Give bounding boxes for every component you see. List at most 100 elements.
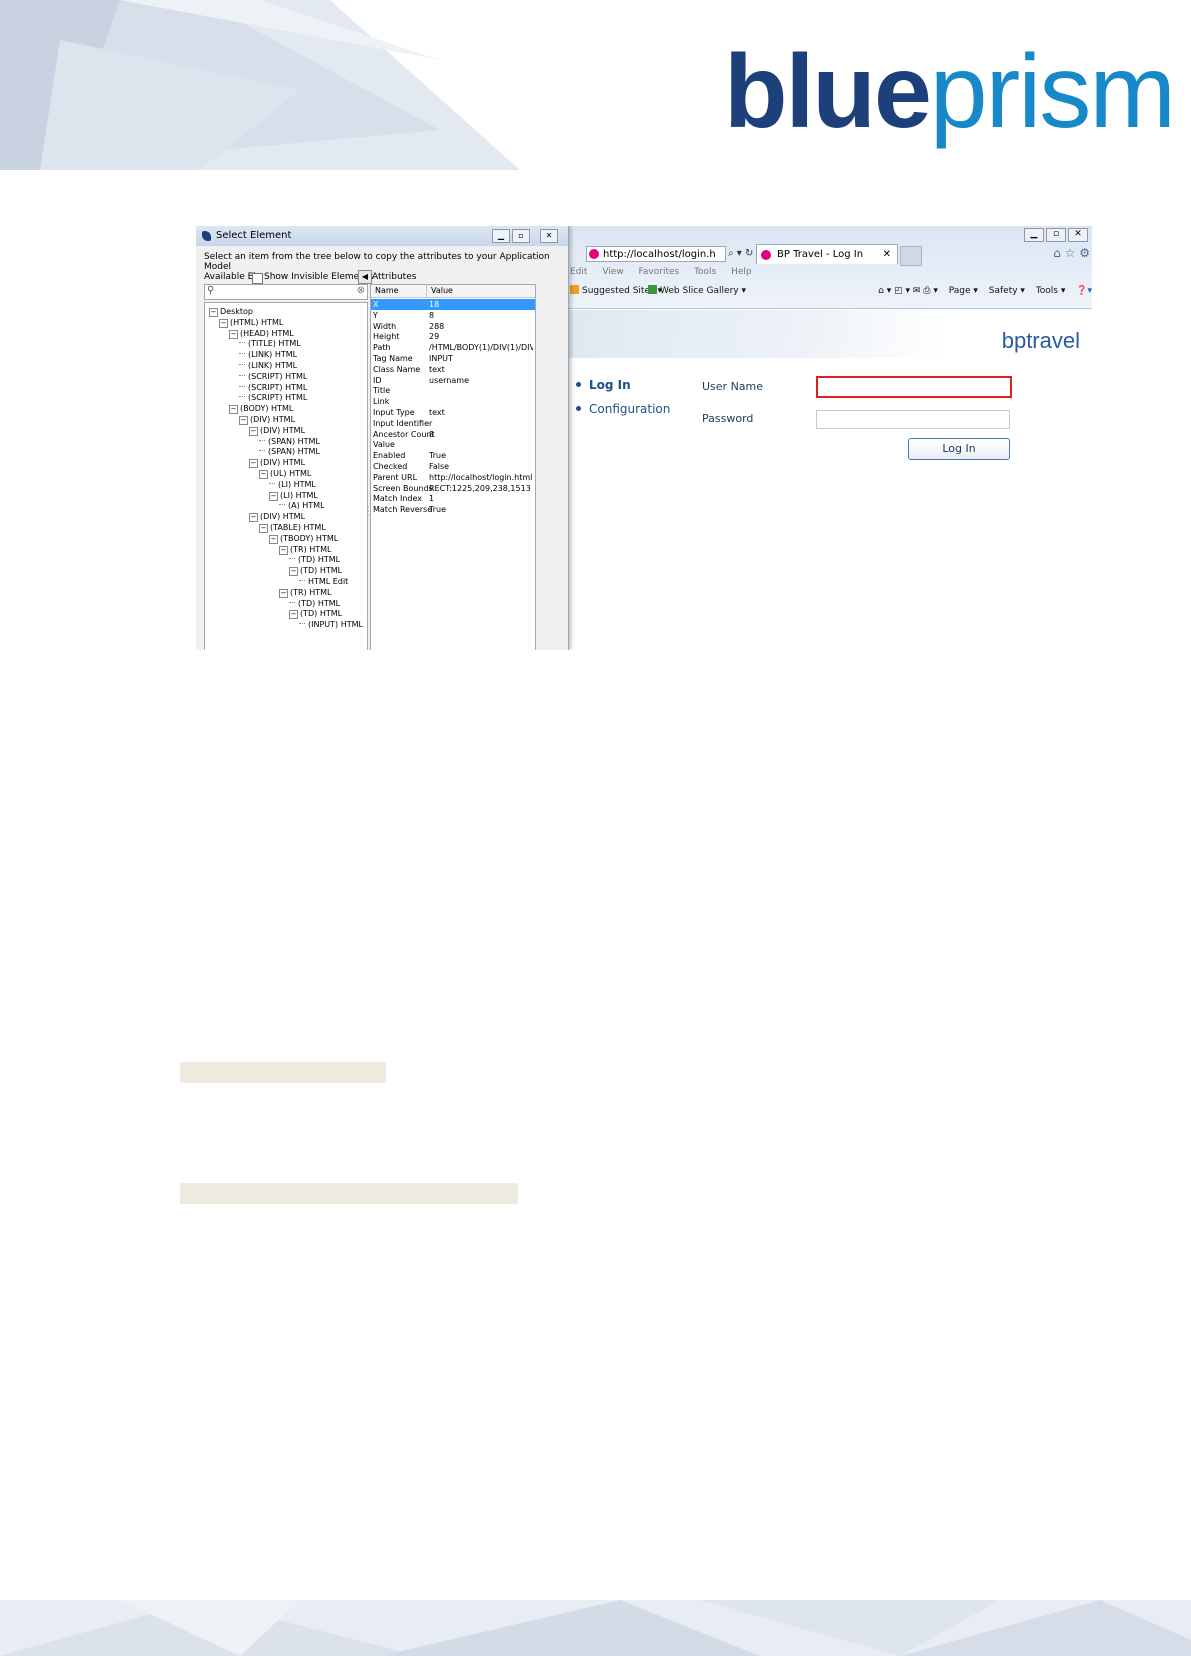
collapse-arrow-icon[interactable]: ◀ xyxy=(358,270,372,284)
tree-node[interactable]: − (HTML) HTML xyxy=(219,318,283,328)
menu-view[interactable]: View xyxy=(602,267,623,277)
attributes-table[interactable]: Name Value X 18 Y 8 Width 288 Height 29 Path/HTM… xyxy=(370,284,536,650)
tree-node[interactable]: (LI) HTML xyxy=(269,480,316,490)
attribute-row[interactable]: Tag Name INPUT xyxy=(371,353,535,364)
collapse-node-icon[interactable]: − xyxy=(249,513,258,523)
collapse-node-icon[interactable]: − xyxy=(219,318,228,328)
tree-node[interactable]: (SPAN) HTML xyxy=(259,447,320,457)
attribute-row[interactable]: Value xyxy=(371,439,535,450)
collapse-node-icon[interactable]: − xyxy=(239,416,248,425)
tree-node[interactable]: − (DIV) HTML xyxy=(249,426,305,436)
tree-node[interactable]: (INPUT) HTML xyxy=(299,620,363,630)
attribute-row[interactable]: Parent URL http://localhost/login.html xyxy=(371,472,535,483)
new-tab-button[interactable] xyxy=(900,246,922,266)
minimize-icon[interactable]: ▁ xyxy=(492,229,510,243)
tree-node[interactable]: − (HEAD) HTML xyxy=(229,329,294,339)
fav-web-slice[interactable]: Web Slice Gallery ▾ xyxy=(648,282,746,300)
tree-node[interactable]: (SPAN) HTML xyxy=(259,437,320,447)
attribute-row[interactable]: Height 29 xyxy=(371,331,535,342)
tree-node[interactable]: − (UL) HTML xyxy=(259,469,311,479)
attribute-row[interactable]: Link xyxy=(371,396,535,407)
collapse-node-icon[interactable]: − xyxy=(279,545,288,555)
tree-node[interactable]: − Desktop xyxy=(209,307,253,317)
tree-node[interactable]: (TD) HTML xyxy=(289,555,340,565)
maximize-icon[interactable]: ▫ xyxy=(512,229,530,243)
tree-node[interactable]: − (DIV) HTML xyxy=(249,512,305,523)
tree-node[interactable]: (TD) HTML xyxy=(289,599,340,609)
tree-node[interactable]: (SCRIPT) HTML xyxy=(239,393,307,403)
close-icon[interactable]: ✕ xyxy=(1068,228,1088,242)
header-name[interactable]: Name xyxy=(375,285,399,297)
cmd-icons[interactable]: ⌂ ▾ ◰ ▾ ✉ ⎙ ▾ xyxy=(878,286,938,296)
tree-node[interactable]: − (TR) HTML xyxy=(279,588,332,598)
tree-node[interactable]: − (DIV) HTML xyxy=(249,458,305,469)
tree-node[interactable]: (LINK) HTML xyxy=(239,361,297,371)
minimize-icon[interactable]: ▁ xyxy=(1024,228,1044,242)
collapse-node-icon[interactable]: − xyxy=(269,534,278,544)
nav-login[interactable]: Log In xyxy=(576,378,631,392)
tree-node[interactable]: (SCRIPT) HTML xyxy=(239,383,307,393)
tree-node[interactable]: − (LI) HTML xyxy=(269,491,318,501)
header-value[interactable]: Value xyxy=(431,285,453,297)
collapse-node-icon[interactable]: − xyxy=(289,567,298,577)
home-favorites-icons[interactable]: ⌂ ☆ ⚙ xyxy=(1053,246,1090,260)
tab-close-icon[interactable]: ✕ xyxy=(883,245,891,265)
password-input[interactable] xyxy=(816,410,1010,429)
attribute-row[interactable]: Ancestor Count 8 xyxy=(371,429,535,440)
collapse-node-icon[interactable]: − xyxy=(289,610,298,620)
cmd-page[interactable]: Page ▾ xyxy=(949,286,978,296)
clear-search-icon[interactable]: ⊗ xyxy=(357,285,365,296)
tree-node[interactable]: − (TD) HTML xyxy=(289,609,342,620)
tree-search-input[interactable]: ⚲ ⊗ xyxy=(204,284,368,300)
menu-favorites[interactable]: Favorites xyxy=(639,267,680,277)
menu-help[interactable]: Help xyxy=(731,267,752,277)
attribute-row[interactable]: Input Identifier xyxy=(371,418,535,429)
menu-edit[interactable]: Edit xyxy=(570,267,587,277)
username-input[interactable] xyxy=(816,376,1012,398)
collapse-node-icon[interactable]: − xyxy=(249,459,258,469)
collapse-node-icon[interactable]: − xyxy=(229,405,238,415)
tree-node[interactable]: − (TD) HTML xyxy=(289,566,342,577)
menu-tools[interactable]: Tools xyxy=(694,267,716,277)
close-icon[interactable]: ✕ xyxy=(540,229,558,243)
attribute-row[interactable]: Width 288 xyxy=(371,321,535,332)
search-refresh-icon[interactable]: ⌕ ▾ ↻ xyxy=(728,248,753,259)
attribute-row[interactable]: Class Name text xyxy=(371,364,535,375)
attribute-row[interactable]: Enabled True xyxy=(371,450,535,461)
tree-node[interactable]: − (TABLE) HTML xyxy=(259,523,326,533)
attribute-row[interactable]: Checked False xyxy=(371,461,535,472)
tree-node[interactable]: (TITLE) HTML xyxy=(239,339,301,349)
help-icon[interactable]: ❓▾ xyxy=(1076,286,1092,296)
collapse-node-icon[interactable]: − xyxy=(269,491,278,501)
tree-node[interactable]: − (DIV) HTML xyxy=(239,415,295,425)
login-button[interactable]: Log In xyxy=(908,438,1010,460)
collapse-node-icon[interactable]: − xyxy=(259,524,268,533)
tree-node[interactable]: (LINK) HTML xyxy=(239,350,297,360)
tree-node[interactable]: − (TBODY) HTML xyxy=(269,534,338,544)
attribute-row[interactable]: Screen Bounds RECT:1225,209,238,1513 xyxy=(371,483,535,494)
attribute-row[interactable]: Path/HTML/BODY(1)/DIV(1)/DIV(3... xyxy=(371,342,535,353)
attribute-row[interactable]: Match Reverse True xyxy=(371,504,535,515)
collapse-node-icon[interactable]: − xyxy=(229,329,238,339)
attribute-row[interactable]: Y8 xyxy=(371,310,535,321)
attribute-row[interactable]: Title xyxy=(371,385,535,396)
collapse-node-icon[interactable]: − xyxy=(259,470,268,479)
collapse-node-icon[interactable]: − xyxy=(209,308,218,317)
show-invisible-checkbox[interactable] xyxy=(252,273,263,284)
cmd-safety[interactable]: Safety ▾ xyxy=(989,286,1025,296)
tree-node[interactable]: (A) HTML xyxy=(279,501,325,511)
address-bar[interactable]: http://localhost/login.h xyxy=(586,246,726,262)
tree-node[interactable]: HTML Edit xyxy=(299,577,348,587)
tree-node[interactable]: − (BODY) HTML xyxy=(229,404,293,415)
tree-node[interactable]: (SCRIPT) HTML xyxy=(239,372,307,382)
tree-node[interactable]: − (TR) HTML xyxy=(279,545,332,555)
attribute-row[interactable]: X 18 xyxy=(371,299,535,310)
element-tree[interactable]: − Desktop − (HTML) HTML − (HEAD) HTML (TITLE) … xyxy=(204,302,368,650)
collapse-node-icon[interactable]: − xyxy=(279,588,288,598)
nav-configuration[interactable]: Configuration xyxy=(576,402,670,416)
browser-tab[interactable]: BP Travel - Log In ✕ xyxy=(756,244,898,264)
cmd-tools[interactable]: Tools ▾ xyxy=(1036,286,1066,296)
attribute-row[interactable]: ID username xyxy=(371,375,535,386)
collapse-node-icon[interactable]: − xyxy=(249,426,258,436)
maximize-icon[interactable]: ▫ xyxy=(1046,228,1066,242)
